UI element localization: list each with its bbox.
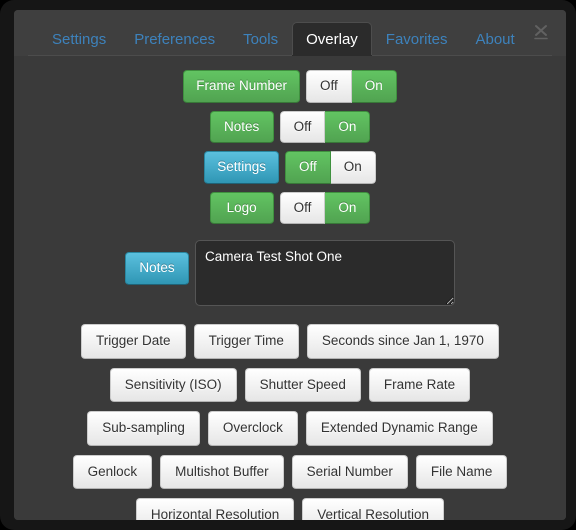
- field-button-seconds-since-jan-1-1970[interactable]: Seconds since Jan 1, 1970: [306, 324, 499, 359]
- field-button-overclock[interactable]: Overclock: [207, 411, 298, 446]
- notes-toggle-off[interactable]: Off: [279, 110, 326, 143]
- notes-toggle-group: Off On: [279, 110, 371, 143]
- settings-toggle-on[interactable]: On: [330, 151, 376, 184]
- tab-about[interactable]: About: [461, 22, 528, 57]
- logo-label-button[interactable]: Logo: [209, 191, 274, 224]
- field-button-genlock[interactable]: Genlock: [72, 454, 153, 489]
- tab-bar: Settings Preferences Tools Overlay Favorites…: [14, 10, 566, 57]
- overlay-tab-panel: Frame Number Off On Notes Off On Settings Off On…: [14, 56, 566, 520]
- toggle-row-notes: Notes Off On: [14, 110, 566, 143]
- settings-label-button[interactable]: Settings: [204, 151, 279, 184]
- frame-number-label-button[interactable]: Frame Number: [183, 70, 300, 103]
- overlay-toggle-rows: Frame Number Off On Notes Off On Settings Off On…: [14, 70, 566, 224]
- window-inner: Settings Preferences Tools Overlay Favorites…: [14, 10, 566, 520]
- notes-textarea[interactable]: [195, 240, 455, 306]
- toggle-row-frame-number: Frame Number Off On: [14, 70, 566, 103]
- field-button-extended-dynamic-range[interactable]: Extended Dynamic Range: [305, 411, 493, 446]
- tab-tools[interactable]: Tools: [229, 22, 292, 57]
- field-button-trigger-date[interactable]: Trigger Date: [81, 324, 186, 359]
- close-collapse-icon[interactable]: [530, 22, 552, 44]
- frame-number-toggle-group: Off On: [306, 70, 397, 103]
- field-button-sensitivity-iso[interactable]: Sensitivity (ISO): [109, 367, 237, 402]
- field-button-file-name[interactable]: File Name: [415, 454, 508, 489]
- notes-label-button[interactable]: Notes: [209, 110, 274, 143]
- notes-toggle-on[interactable]: On: [325, 110, 371, 143]
- field-row: Sensitivity (ISO) Shutter Speed Frame Rate: [14, 367, 566, 402]
- tab-list: Settings Preferences Tools Overlay Favorites…: [14, 17, 529, 57]
- notes-row: Notes: [14, 240, 566, 306]
- tab-settings[interactable]: Settings: [38, 22, 120, 57]
- settings-toggle-off[interactable]: Off: [285, 151, 331, 184]
- overlay-field-rows: Trigger Date Trigger Time Seconds since Ja…: [14, 324, 566, 520]
- settings-toggle-group: Off On: [285, 151, 376, 184]
- field-row: Horizontal Resolution Vertical Resolution: [14, 498, 566, 520]
- notes-label-button[interactable]: Notes: [125, 252, 189, 285]
- field-button-shutter-speed[interactable]: Shutter Speed: [244, 367, 361, 402]
- field-button-frame-rate[interactable]: Frame Rate: [368, 367, 471, 402]
- field-button-sub-sampling[interactable]: Sub-sampling: [87, 411, 200, 446]
- toggle-row-logo: Logo Off On: [14, 191, 566, 224]
- field-button-multishot-buffer[interactable]: Multishot Buffer: [160, 454, 284, 489]
- field-row: Genlock Multishot Buffer Serial Number File…: [14, 454, 566, 489]
- field-button-vertical-resolution[interactable]: Vertical Resolution: [302, 498, 445, 520]
- toggle-row-settings: Settings Off On: [14, 151, 566, 184]
- field-button-trigger-time[interactable]: Trigger Time: [193, 324, 299, 359]
- logo-toggle-off[interactable]: Off: [279, 191, 326, 224]
- frame-number-toggle-off[interactable]: Off: [306, 70, 352, 103]
- tab-preferences[interactable]: Preferences: [120, 22, 229, 57]
- app-window: Settings Preferences Tools Overlay Favorites…: [0, 0, 576, 530]
- tab-favorites[interactable]: Favorites: [372, 22, 462, 57]
- field-button-serial-number[interactable]: Serial Number: [291, 454, 408, 489]
- frame-number-toggle-on[interactable]: On: [351, 70, 397, 103]
- logo-toggle-group: Off On: [279, 191, 371, 224]
- tab-overlay[interactable]: Overlay: [292, 22, 372, 57]
- logo-toggle-on[interactable]: On: [325, 191, 371, 224]
- field-row: Sub-sampling Overclock Extended Dynamic Ra…: [14, 411, 566, 446]
- field-button-horizontal-resolution[interactable]: Horizontal Resolution: [135, 498, 295, 520]
- field-row: Trigger Date Trigger Time Seconds since Ja…: [14, 324, 566, 359]
